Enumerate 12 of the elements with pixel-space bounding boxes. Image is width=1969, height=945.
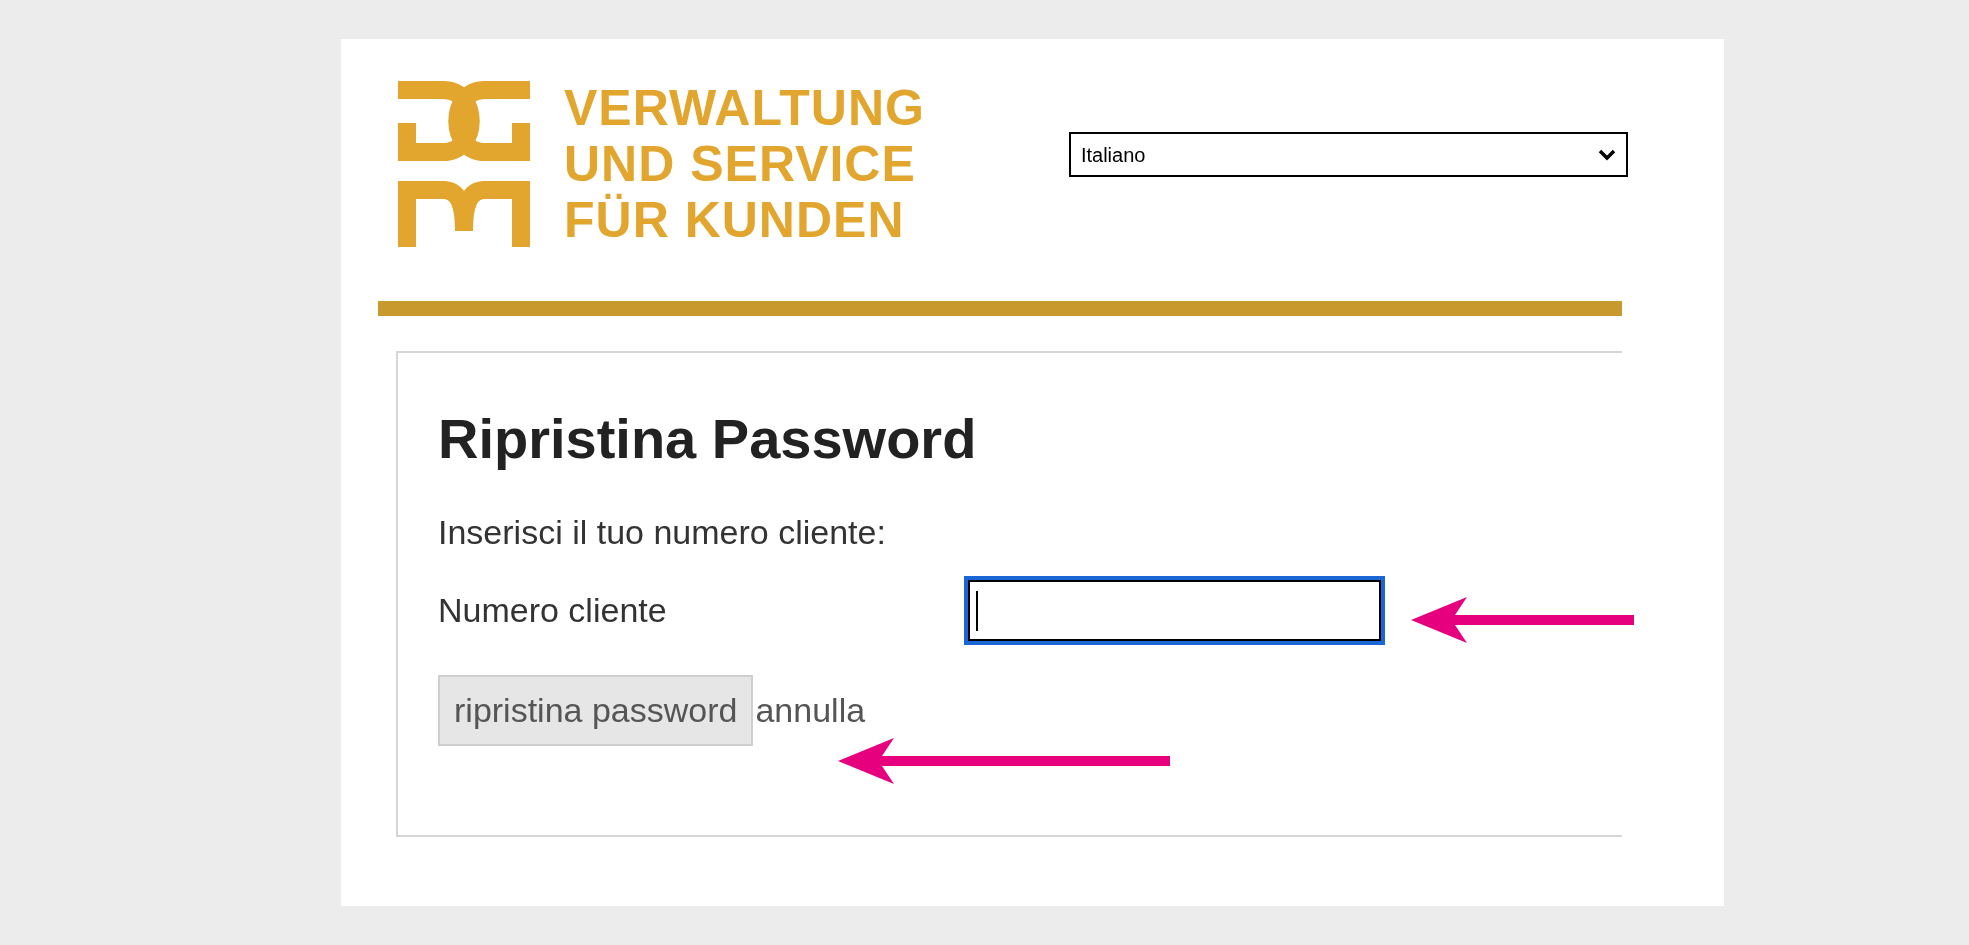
logo-text: FÜR KUNDEN	[564, 192, 906, 248]
text-cursor	[976, 590, 978, 631]
customer-number-field[interactable]	[964, 576, 1385, 645]
cancel-link[interactable]: annulla	[755, 685, 866, 736]
logo-text: UND SERVICE	[564, 136, 917, 192]
field-label: Numero cliente	[438, 590, 668, 631]
logo-mark-icon	[398, 81, 530, 247]
reset-password-button[interactable]: ripristina password	[438, 675, 754, 746]
instruction-text: Inserisci il tuo numero cliente:	[438, 512, 887, 553]
logo-text: VERWALTUNG	[564, 80, 925, 136]
language-select[interactable]: Italiano	[1068, 132, 1628, 177]
chevron-down-icon	[1597, 148, 1616, 161]
